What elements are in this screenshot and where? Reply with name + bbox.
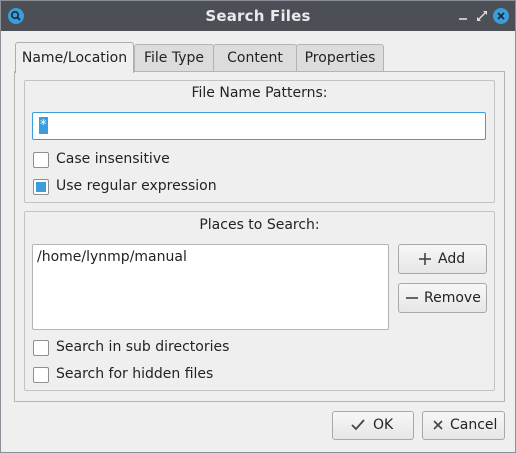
use-regex-label: Use regular expression bbox=[56, 178, 217, 194]
search-subdirectories-box[interactable] bbox=[33, 340, 49, 356]
case-insensitive-box[interactable] bbox=[33, 152, 49, 168]
use-regex-box[interactable] bbox=[33, 179, 49, 195]
checkmark-icon bbox=[350, 417, 366, 437]
add-button[interactable]: Add bbox=[398, 244, 487, 274]
tab-panel-name-location: File Name Patterns: * Case insensitive U… bbox=[14, 71, 505, 402]
window-title: Search Files bbox=[205, 7, 311, 25]
remove-label: Remove bbox=[424, 290, 481, 306]
ok-button[interactable]: OK bbox=[332, 411, 414, 440]
tab-properties[interactable]: Properties bbox=[296, 44, 384, 72]
places-title: Places to Search: bbox=[199, 217, 320, 233]
file-name-patterns-group: File Name Patterns: * Case insensitive U… bbox=[24, 80, 495, 203]
list-item[interactable]: /home/lynmp/manual bbox=[37, 249, 187, 265]
minus-icon bbox=[404, 290, 420, 310]
pattern-text: * bbox=[39, 117, 48, 134]
case-insensitive-label: Case insensitive bbox=[56, 151, 170, 167]
search-hidden-files-label: Search for hidden files bbox=[56, 366, 214, 382]
search-subdirectories-label: Search in sub directories bbox=[56, 339, 230, 355]
add-label: Add bbox=[438, 251, 466, 267]
remove-button[interactable]: Remove bbox=[398, 283, 487, 313]
places-group: Places to Search: /home/lynmp/manual Add bbox=[24, 211, 495, 391]
cancel-label: Cancel bbox=[450, 417, 498, 433]
cancel-x-icon bbox=[431, 418, 445, 436]
file-name-pattern-input[interactable]: * bbox=[32, 112, 486, 140]
search-hidden-files-box[interactable] bbox=[33, 367, 49, 383]
tab-content[interactable]: Content bbox=[213, 44, 297, 72]
minimize-icon[interactable] bbox=[455, 8, 471, 24]
close-icon[interactable] bbox=[493, 8, 509, 24]
tab-name-location[interactable]: Name/Location bbox=[15, 42, 134, 73]
plus-icon bbox=[417, 251, 433, 271]
title-bar[interactable]: Search Files bbox=[1, 1, 515, 31]
search-files-dialog: Search Files Name/Location File Type Con… bbox=[0, 0, 516, 453]
cancel-button[interactable]: Cancel bbox=[422, 411, 505, 440]
ok-label: OK bbox=[373, 417, 394, 433]
places-list[interactable]: /home/lynmp/manual bbox=[32, 244, 389, 330]
file-name-patterns-title: File Name Patterns: bbox=[191, 85, 328, 101]
maximize-icon[interactable] bbox=[474, 8, 490, 24]
tab-file-type[interactable]: File Type bbox=[134, 44, 214, 72]
